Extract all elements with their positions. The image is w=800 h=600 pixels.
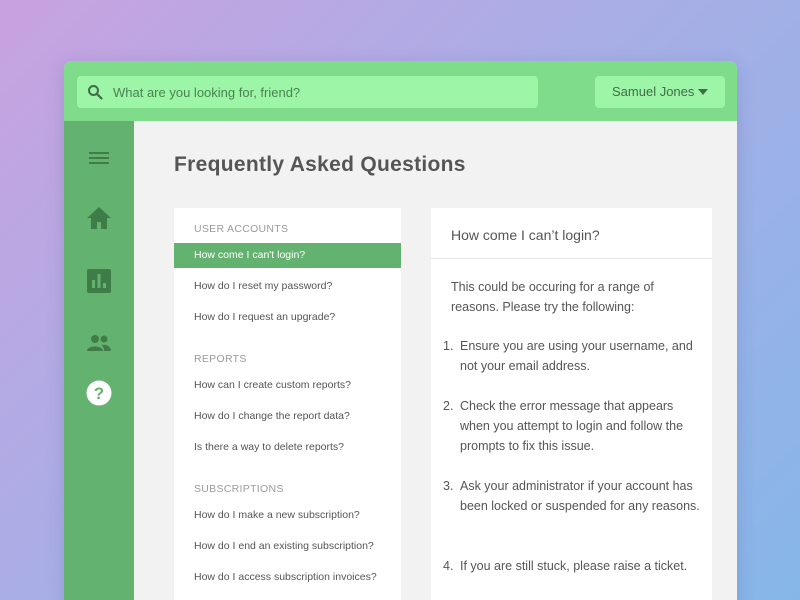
step-text: Ensure you are using your username, and … [460,339,693,373]
category-title-reports: REPORTS [194,353,247,365]
sidebar: ? [64,121,134,600]
answer-step: 4. If you are still stuck, please raise … [443,556,705,576]
svg-text:?: ? [94,384,104,403]
faq-question-item[interactable]: How do I request an upgrade? [174,305,401,330]
faq-question-list: USER ACCOUNTS How come I can't login? Ho… [174,208,401,600]
faq-question-item[interactable]: How do I reset my password? [174,274,401,299]
answer-title: How come I can’t login? [451,227,600,243]
faq-question-item[interactable]: How do I change the report data? [174,404,401,429]
search-bar[interactable] [77,76,538,108]
faq-question-item[interactable]: How do I end an existing subscription? [174,534,401,559]
chevron-down-icon [698,89,708,95]
answer-step: 2. Check the error message that appears … [443,396,705,456]
help-icon[interactable]: ? [86,380,112,406]
step-number: 3. [443,479,454,493]
answer-intro: This could be occuring for a range of re… [451,280,654,314]
faq-question-item[interactable]: Is there a way to delete reports? [174,435,401,460]
users-icon[interactable] [86,330,112,356]
faq-question-item[interactable]: How do I access subscription invoices? [174,565,401,590]
answer-panel: How come I can’t login? This could be oc… [431,208,712,600]
main-content: Frequently Asked Questions USER ACCOUNTS… [134,121,737,600]
faq-question-item[interactable]: How come I can't login? [174,243,401,268]
search-icon [88,85,103,100]
home-icon[interactable] [86,205,112,231]
answer-step: 3. Ask your administrator if your accoun… [443,476,705,516]
user-name: Samuel Jones [612,84,695,99]
faq-question-item[interactable]: How do I make a new subscription? [174,503,401,528]
menu-icon[interactable] [86,145,112,171]
user-menu-button[interactable]: Samuel Jones [595,76,725,108]
step-number: 2. [443,399,454,413]
category-title-subscriptions: SUBSCRIPTIONS [194,483,284,495]
step-text: Check the error message that appears whe… [460,399,684,453]
faq-question-item[interactable]: How can I create custom reports? [174,373,401,398]
category-title-user-accounts: USER ACCOUNTS [194,223,289,235]
step-number: 4. [443,559,454,573]
top-bar: Samuel Jones [64,61,737,121]
answer-step: 1. Ensure you are using your username, a… [443,336,705,376]
app-window: Samuel Jones ? [64,61,737,600]
step-text: Ask your administrator if your account h… [460,479,700,513]
search-input[interactable] [113,76,528,108]
divider [431,258,712,259]
reports-icon[interactable] [86,268,112,294]
page-title: Frequently Asked Questions [174,153,466,176]
step-number: 1. [443,339,454,353]
step-text: If you are still stuck, please raise a t… [460,559,688,573]
